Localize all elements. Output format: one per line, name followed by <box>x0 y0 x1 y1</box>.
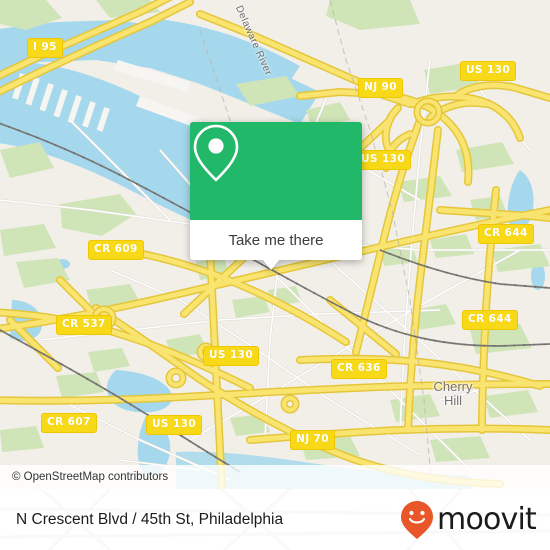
shield-us130-ne[interactable]: US 130 <box>460 61 517 81</box>
footer-bar: N Crescent Blvd / 45th St, Philadelphia … <box>0 489 550 550</box>
moovit-smiley-pin-icon <box>401 500 434 539</box>
shield-nj90[interactable]: NJ 90 <box>358 78 403 98</box>
shield-cr609[interactable]: CR 609 <box>88 240 144 260</box>
shield-cr607[interactable]: CR 607 <box>41 413 97 433</box>
shield-nj70[interactable]: NJ 70 <box>290 430 335 450</box>
screenshot-root: Delaware River Cherry Hill I 95 NJ 90 US… <box>0 0 550 550</box>
popup-tail <box>262 259 280 270</box>
map-attribution-bar: © OpenStreetMap contributors <box>0 465 550 489</box>
shield-cr636[interactable]: CR 636 <box>331 359 387 379</box>
moovit-brand[interactable]: moovit <box>400 500 537 540</box>
place-label-cherry-hill: Cherry Hill <box>433 379 473 408</box>
shield-us130-c[interactable]: US 130 <box>203 346 260 366</box>
take-me-there-button[interactable]: Take me there <box>190 220 362 260</box>
osm-attribution-text[interactable]: © OpenStreetMap contributors <box>0 471 168 483</box>
take-me-there-label: Take me there <box>228 231 324 249</box>
popup-header <box>190 122 362 220</box>
moovit-wordmark: moovit <box>437 501 537 537</box>
shield-i95[interactable]: I 95 <box>27 38 63 58</box>
map-pin-icon <box>193 124 239 182</box>
map-canvas[interactable]: Delaware River Cherry Hill I 95 NJ 90 US… <box>0 0 550 489</box>
shield-cr537[interactable]: CR 537 <box>56 315 112 335</box>
shield-cr644-s[interactable]: CR 644 <box>462 310 518 330</box>
shield-cr644-n[interactable]: CR 644 <box>478 224 534 244</box>
location-popup-card[interactable]: Take me there <box>190 122 362 270</box>
shield-us130-e[interactable]: US 130 <box>355 150 412 170</box>
location-address: N Crescent Blvd / 45th St, Philadelphia <box>16 510 284 528</box>
shield-us130-sw[interactable]: US 130 <box>146 415 203 435</box>
